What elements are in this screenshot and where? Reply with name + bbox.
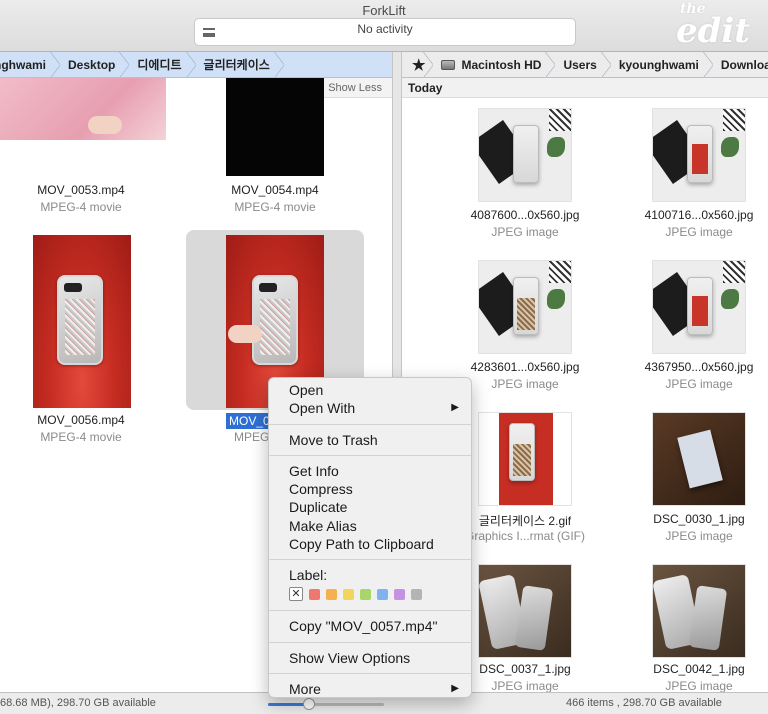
label-orange-swatch[interactable] [326,588,337,600]
hard-disk-icon [441,59,456,70]
breadcrumb-macintosh-hd-label: Macintosh HD [461,57,542,72]
label-yellow-swatch[interactable] [343,588,354,600]
hand-graphic [88,116,122,134]
submenu-arrow-icon: ▶ [451,402,459,414]
label-blue-swatch[interactable] [377,588,388,600]
breadcrumb-kyounghwami[interactable]: kyounghwami [611,52,713,77]
breadcrumb-users[interactable]: Users [555,52,612,77]
file-name[interactable]: 4283601...0x560.jpg [441,360,609,374]
file-name[interactable]: MOV_0056.mp4 [6,413,156,427]
watermark-big: edit [675,11,750,51]
menu-separator [269,641,471,643]
left-status-text: 68.68 MB), 298.70 GB available [0,697,156,709]
menu-item-open[interactable]: Open [269,381,471,399]
breadcrumb-desktop[interactable]: Desktop [60,52,130,77]
phone-case-graphic [252,275,298,365]
menu-item-open-with[interactable]: Open With ▶ [269,399,471,417]
icon-size-slider[interactable] [268,698,384,710]
file-kind: JPEG image [665,377,733,391]
favorites-star-icon[interactable]: ★ [402,52,434,77]
file-name[interactable]: 4100716...0x560.jpg [615,208,768,222]
thumbnail-4087600[interactable] [478,108,572,202]
file-kind: JPEG image [665,679,733,692]
thumbnail-4367950[interactable] [652,260,746,354]
the-edit-watermark-logo: the edit [675,2,750,51]
file-kind: JPEG image [665,225,733,239]
thumbnail-mov-0053[interactable] [0,78,166,140]
menu-separator [269,672,471,674]
menu-item-get-info[interactable]: Get Info [269,462,471,480]
breadcrumb-the-edit[interactable]: 디에디트 [129,52,196,77]
show-less-button[interactable]: Show Less [317,78,392,98]
menu-item-show-view-options[interactable]: Show View Options [269,649,471,667]
hand-graphic [228,325,262,343]
menu-separator [269,454,471,456]
icon-size-slider-knob[interactable] [302,698,315,710]
right-status-text: 466 items , 298.70 GB available [566,697,722,709]
menu-item-compress[interactable]: Compress [269,480,471,498]
menu-separator [269,423,471,425]
file-name[interactable]: DSC_0042_1.jpg [615,662,768,676]
breadcrumb-glitter-case[interactable]: 글리터케이스 [196,52,285,77]
selected-file-name[interactable]: MOV_0 [226,413,272,429]
thumbnail-dsc-0030[interactable] [652,412,746,506]
file-name[interactable]: 4367950...0x560.jpg [615,360,768,374]
left-path-bar: nghwami Desktop 디에디트 글리터케이스 [0,52,392,78]
menu-item-copy-path[interactable]: Copy Path to Clipboard [269,535,471,553]
label-red-swatch[interactable] [309,588,320,600]
title-bar: ForkLift No activity the edit [0,0,768,52]
label-none-icon[interactable]: ✕ [289,587,303,602]
menu-item-move-to-trash[interactable]: Move to Trash [269,431,471,449]
thumbnail-mov-0054[interactable] [226,78,324,176]
forklift-window: ForkLift No activity the edit nghwami De… [0,0,768,714]
file-kind: MPEG-4 movie [40,430,122,444]
file-name[interactable]: MOV_0054.mp4 [200,183,350,197]
menu-item-copy-file[interactable]: Copy "MOV_0057.mp4" [269,617,471,635]
menu-separator [269,610,471,612]
breadcrumb-macintosh-hd[interactable]: Macintosh HD [433,52,556,77]
thumbnail-dsc-0037[interactable] [478,564,572,658]
menu-item-more[interactable]: More ▶ [269,680,471,698]
thumbnail-4100716[interactable] [652,108,746,202]
file-name[interactable]: 4087600...0x560.jpg [441,208,609,222]
thumbnail-4283601[interactable] [478,260,572,354]
label-swatches: ✕ [269,584,471,604]
file-name[interactable]: MOV_0053.mp4 [6,183,156,197]
label-green-swatch[interactable] [360,588,371,600]
activity-text: No activity [357,22,413,36]
menu-item-duplicate[interactable]: Duplicate [269,498,471,516]
right-path-bar: ★ Macintosh HD Users kyounghwami Downloa… [402,52,768,78]
file-kind: JPEG image [665,529,733,543]
phone-case-graphic [57,275,103,365]
label-heading: Label: [289,567,328,584]
window-title: ForkLift [362,3,406,18]
group-header-today: Today [402,78,768,98]
thumbnail-glitter-case-gif[interactable] [478,412,572,506]
file-name[interactable]: DSC_0030_1.jpg [615,512,768,526]
menu-item-open-with-label: Open With [289,400,356,417]
thumbnail-mov-0056[interactable] [33,235,131,408]
thumbnail-dsc-0042[interactable] [652,564,746,658]
context-menu: Open Open With ▶ Move to Trash Get Info … [268,377,472,698]
breadcrumb-user[interactable]: nghwami [0,52,61,77]
submenu-arrow-icon: ▶ [451,682,459,694]
label-purple-swatch[interactable] [394,588,405,600]
label-gray-swatch[interactable] [411,588,422,600]
file-kind: JPEG image [491,225,559,239]
activity-indicator[interactable]: No activity [194,18,576,46]
breadcrumb-downloads[interactable]: Downloads [713,52,768,77]
menu-separator [269,559,471,561]
menu-item-more-label: More [289,680,321,697]
menu-item-make-alias[interactable]: Make Alias [269,517,471,535]
file-kind: MPEG-4 movie [234,200,316,214]
file-kind: MPEG-4 movie [40,200,122,214]
